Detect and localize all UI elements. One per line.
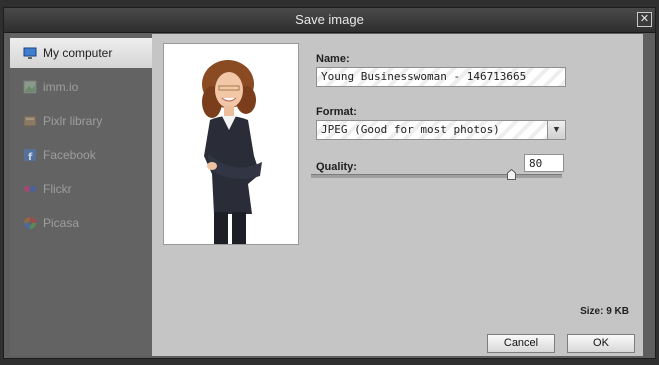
destination-sidebar: My computer imm.io Pixlr library f Faceb… — [10, 34, 152, 356]
close-button[interactable]: ✕ — [637, 12, 652, 27]
sidebar-item-imm-io[interactable]: imm.io — [10, 72, 152, 102]
name-label: Name: — [316, 53, 350, 65]
name-input[interactable]: Young Businesswoman - 146713665 — [316, 67, 566, 87]
businesswoman-preview-image — [202, 60, 262, 244]
save-options-panel: Name: Young Businesswoman - 146713665 Fo… — [152, 34, 643, 356]
flickr-icon — [24, 186, 36, 192]
chevron-down-icon[interactable]: ▼ — [547, 121, 565, 139]
quality-slider[interactable] — [311, 169, 562, 180]
sidebar-item-picasa[interactable]: Picasa — [10, 208, 152, 238]
facebook-icon: f — [24, 149, 36, 162]
quality-label: Quality: — [316, 161, 357, 173]
sidebar-item-my-computer[interactable]: My computer — [10, 38, 152, 68]
sidebar-item-label: Pixlr library — [43, 114, 103, 128]
sidebar-item-flickr[interactable]: Flickr — [10, 174, 152, 204]
sidebar-item-facebook[interactable]: f Facebook — [10, 140, 152, 170]
picasa-icon — [24, 217, 36, 229]
image-icon — [23, 80, 37, 94]
file-size-text: Size: 9 KB — [580, 306, 629, 317]
dialog-title: Save image — [295, 12, 364, 27]
sidebar-item-label: Picasa — [43, 216, 80, 230]
format-select[interactable]: JPEG (Good for most photos) ▼ — [316, 120, 566, 140]
slider-handle[interactable] — [507, 169, 516, 180]
svg-text:f: f — [28, 152, 33, 162]
sidebar-item-pixlr-library[interactable]: Pixlr library — [10, 106, 152, 136]
cancel-button[interactable]: Cancel — [487, 334, 555, 353]
sidebar-item-label: My computer — [43, 46, 113, 60]
ok-button[interactable]: OK — [567, 334, 635, 353]
close-icon: ✕ — [639, 13, 650, 25]
sidebar-item-label: Flickr — [43, 182, 72, 196]
image-preview — [163, 43, 299, 245]
save-image-dialog: Save image ✕ My computer imm.io Pixlr li… — [3, 7, 656, 359]
sidebar-item-label: Facebook — [43, 148, 96, 162]
quality-input[interactable]: 80 — [524, 154, 564, 172]
library-icon — [23, 115, 37, 127]
monitor-icon — [23, 47, 37, 59]
format-label: Format: — [316, 106, 357, 118]
title-bar[interactable]: Save image ✕ — [4, 8, 655, 33]
sidebar-item-label: imm.io — [43, 80, 79, 94]
format-select-value: JPEG (Good for most photos) — [321, 123, 500, 136]
